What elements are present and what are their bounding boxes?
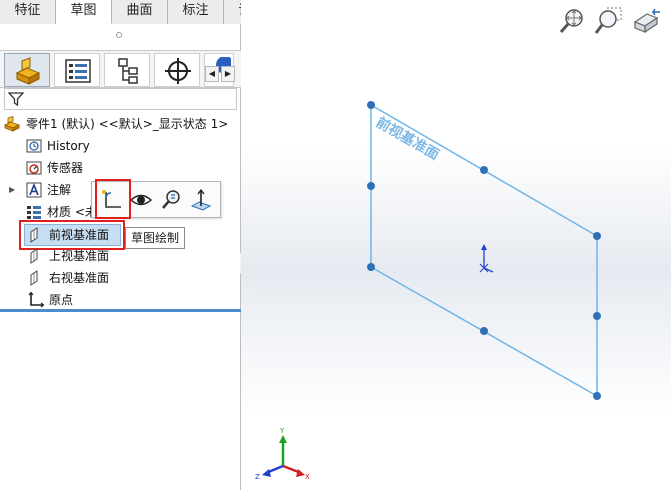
plane-corner-handle[interactable]	[367, 263, 375, 271]
tree-item-label: 原点	[49, 293, 74, 307]
normal-to-icon	[190, 188, 212, 211]
sensor-icon	[26, 161, 42, 175]
command-manager-tabs: 特征 草图 曲面 标注 评估	[0, 0, 280, 24]
triad-x-label: X	[305, 473, 310, 481]
annotation-icon	[26, 182, 42, 198]
plane-edge-handle[interactable]	[480, 327, 488, 335]
tab-sketch[interactable]: 草图	[56, 0, 112, 24]
plane-corner-handle[interactable]	[593, 232, 601, 240]
tab-configuration-manager[interactable]	[104, 53, 150, 87]
tab-surfaces[interactable]: 曲面	[112, 0, 168, 24]
tab-property-manager[interactable]	[54, 53, 100, 87]
tab-feature-manager[interactable]	[4, 53, 50, 87]
panel-splitter-handle[interactable]	[116, 32, 122, 38]
property-list-icon	[65, 59, 91, 83]
origin-marker[interactable]	[479, 244, 494, 273]
feature-manager-panel: ◀ ▶ 零件1 (默认) <<默认>_显示状态 1> History 传感器 ▶…	[0, 24, 241, 490]
tree-item-label: 传感器	[47, 161, 84, 175]
material-icon	[27, 206, 41, 219]
triad-y-label: Y	[279, 427, 285, 435]
plane-icon	[30, 248, 38, 264]
tab-dimxpert-manager[interactable]	[154, 53, 200, 87]
plane-edge-handle[interactable]	[480, 166, 488, 174]
zoom-selection-icon	[162, 190, 180, 209]
tabs-scroll-right-button[interactable]: ▶	[221, 66, 235, 82]
tabs-scroll-left-button[interactable]: ◀	[205, 66, 219, 82]
configuration-tree-icon	[118, 58, 138, 84]
tree-filter-input[interactable]	[4, 88, 237, 110]
plane-corner-handle[interactable]	[593, 392, 601, 400]
sketch-tooltip: 草图绘制	[125, 227, 186, 249]
tree-item-label: 材质 <未指定>	[47, 205, 92, 219]
tab-features[interactable]: 特征	[0, 0, 56, 24]
origin-icon	[28, 292, 44, 308]
plane-corner-handle[interactable]	[367, 101, 375, 109]
zoom-to-selection-button[interactable]	[159, 188, 183, 212]
plane-icon	[30, 270, 38, 286]
plane-name-label: 前视基准面	[373, 114, 442, 164]
view-triad: Y X Z	[255, 427, 310, 481]
plane-edge-handle[interactable]	[367, 182, 375, 190]
plane-edge-handle[interactable]	[593, 312, 601, 320]
tab-dimensions[interactable]: 标注	[168, 0, 224, 24]
filter-funnel-icon	[8, 92, 24, 107]
tree-item-material[interactable]: 材质 <未指定>	[26, 202, 92, 222]
triad-z-label: Z	[255, 473, 260, 481]
tree-item-label: 注解	[47, 183, 72, 197]
tree-item-label: 右视基准面	[49, 271, 110, 285]
normal-to-button[interactable]	[189, 188, 213, 212]
graphics-area[interactable]: 前视基准面 Y X Z	[241, 0, 671, 490]
tree-root-label: 零件1 (默认) <<默认>_显示状态 1>	[26, 117, 229, 131]
expand-arrow-icon[interactable]: ▶	[9, 185, 15, 194]
eye-icon	[129, 194, 153, 206]
tree-item-label: History	[47, 139, 90, 153]
history-icon	[26, 139, 42, 153]
hide-show-button[interactable]	[129, 188, 153, 212]
part-icon	[4, 116, 20, 132]
model-view: 前视基准面 Y X Z	[255, 101, 601, 481]
crosshair-icon	[165, 58, 191, 84]
tree-item-label: 上视基准面	[49, 249, 110, 263]
part-icon	[15, 57, 41, 85]
sketch-button-callout-box	[95, 179, 131, 219]
tree-rollback-bar[interactable]	[0, 309, 241, 312]
